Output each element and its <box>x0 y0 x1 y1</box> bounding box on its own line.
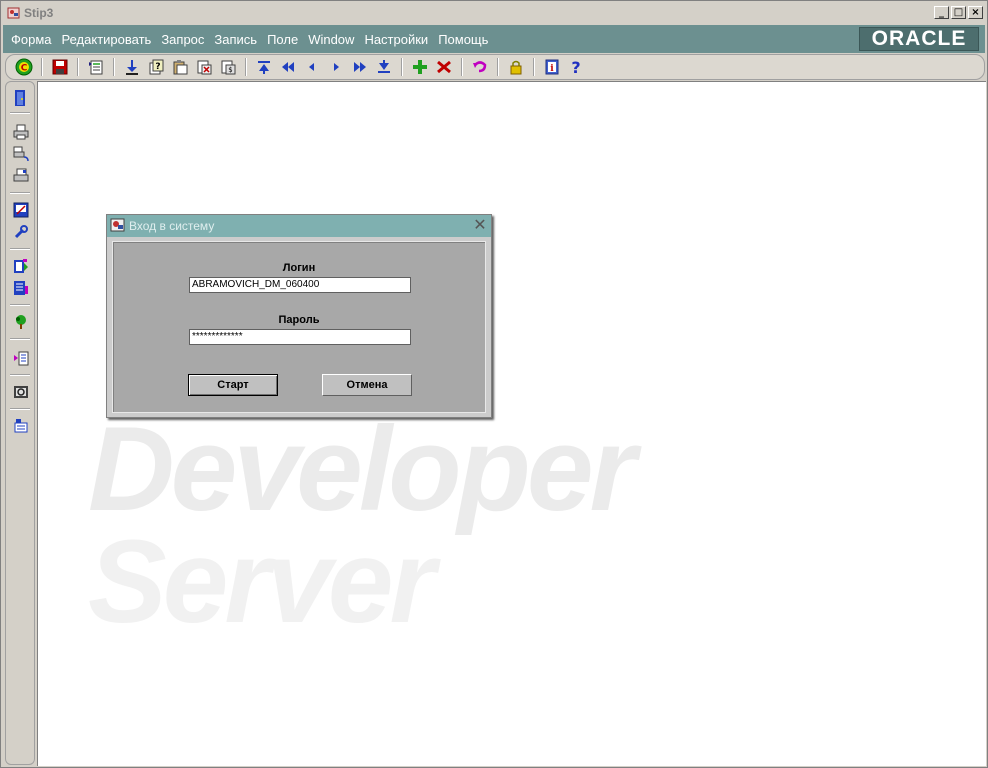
side-toolbar-separator <box>10 374 30 376</box>
delete-record-icon[interactable] <box>434 57 454 77</box>
help-icon[interactable]: ? <box>566 57 586 77</box>
print-list-icon[interactable] <box>86 57 106 77</box>
dialog-close-icon[interactable]: ✕ <box>473 217 487 233</box>
next-record-icon[interactable] <box>326 57 346 77</box>
insert-record-icon[interactable] <box>410 57 430 77</box>
dialog-app-icon <box>110 217 126 236</box>
previous-record-icon[interactable] <box>302 57 322 77</box>
info-icon[interactable]: i <box>542 57 562 77</box>
first-record-icon[interactable] <box>254 57 274 77</box>
menu-form[interactable]: Форма <box>11 32 52 47</box>
side-toolbar-separator <box>10 408 30 410</box>
svg-text:C: C <box>21 64 28 74</box>
next-block-icon[interactable] <box>350 57 370 77</box>
toolbar-separator <box>41 58 43 76</box>
toolbar-separator <box>497 58 499 76</box>
app-icon <box>7 6 21 20</box>
menu-settings[interactable]: Настройки <box>364 32 428 47</box>
main-toolbar: C ? $ i ? <box>5 54 985 80</box>
previous-block-icon[interactable] <box>278 57 298 77</box>
maximize-button[interactable]: □ <box>951 6 966 19</box>
toolbar-separator <box>245 58 247 76</box>
last-record-icon[interactable] <box>374 57 394 77</box>
start-button[interactable]: Старт <box>188 374 278 396</box>
settings-list-icon[interactable] <box>11 416 31 436</box>
oracle-logo: ORACLE <box>859 27 979 51</box>
print-setup-icon[interactable] <box>11 166 31 186</box>
watermark-line-developer: Developer <box>88 402 636 536</box>
side-toolbar-separator <box>10 248 30 250</box>
login-dialog-body: Логин ABRAMOVICH_DM_060400 Пароль ******… <box>112 241 486 413</box>
menu-help[interactable]: Помощь <box>438 32 488 47</box>
password-label: Пароль <box>278 314 320 326</box>
minimize-button[interactable]: _ <box>934 6 949 19</box>
side-toolbar-separator <box>10 192 30 194</box>
toolbar-separator <box>533 58 535 76</box>
network-printer-icon[interactable] <box>11 144 31 164</box>
lock-icon[interactable] <box>506 57 526 77</box>
exit-door-icon[interactable] <box>11 88 31 108</box>
menu-window[interactable]: Window <box>308 32 354 47</box>
window-title: Stip3 <box>24 6 54 20</box>
side-toolbar-separator <box>10 338 30 340</box>
login-input[interactable]: ABRAMOVICH_DM_060400 <box>189 277 411 293</box>
toolbar-separator <box>461 58 463 76</box>
wrench-icon[interactable] <box>11 222 31 242</box>
login-dialog-title: Вход в систему <box>129 219 215 233</box>
paste-icon[interactable] <box>170 57 190 77</box>
menubar: Форма Редактировать Запрос Запись Поле W… <box>3 25 985 53</box>
download-icon[interactable] <box>122 57 142 77</box>
query-icon[interactable]: ? <box>146 57 166 77</box>
delete-doc-icon[interactable] <box>194 57 214 77</box>
menu-record[interactable]: Запись <box>214 32 257 47</box>
login-dialog: Вход в систему ✕ Логин ABRAMOVICH_DM_060… <box>106 214 492 418</box>
cancel-button[interactable]: Отмена <box>322 374 412 396</box>
svg-text:$: $ <box>228 66 232 74</box>
printer-icon[interactable] <box>11 122 31 142</box>
count-query-icon[interactable]: $ <box>218 57 238 77</box>
workspace-canvas: Developer Server <box>37 81 986 766</box>
app-window: Stip3 _ □ × Форма Редактировать Запрос З… <box>0 0 988 768</box>
menu-query[interactable]: Запрос <box>161 32 204 47</box>
side-toolbar <box>5 81 35 765</box>
toolbar-separator <box>113 58 115 76</box>
undo-icon[interactable] <box>470 57 490 77</box>
refresh-screen-icon[interactable] <box>11 382 31 402</box>
svg-text:?: ? <box>571 59 580 75</box>
toolbar-separator <box>401 58 403 76</box>
report-icon[interactable] <box>11 256 31 276</box>
password-input[interactable]: ************* <box>189 329 411 345</box>
close-window-button[interactable]: × <box>968 6 983 19</box>
side-toolbar-separator <box>10 112 30 114</box>
svg-text:?: ? <box>155 62 160 72</box>
toolbar-separator <box>77 58 79 76</box>
edit-form-icon[interactable] <box>11 200 31 220</box>
login-dialog-titlebar[interactable]: Вход в систему ✕ <box>107 215 491 237</box>
list-arrow-icon[interactable] <box>11 348 31 368</box>
tree-icon[interactable] <box>11 312 31 332</box>
watermark-line-server: Server <box>88 516 435 648</box>
menu-edit[interactable]: Редактировать <box>62 32 152 47</box>
copyright-icon[interactable]: C <box>14 57 34 77</box>
svg-text:i: i <box>550 64 554 74</box>
side-toolbar-separator <box>10 304 30 306</box>
window-titlebar[interactable]: Stip3 _ □ × <box>3 3 985 23</box>
document-list-icon[interactable] <box>11 278 31 298</box>
menu-field[interactable]: Поле <box>267 32 298 47</box>
developer-server-watermark: Developer Server <box>88 402 636 648</box>
save-icon[interactable] <box>50 57 70 77</box>
login-label: Логин <box>282 262 316 274</box>
